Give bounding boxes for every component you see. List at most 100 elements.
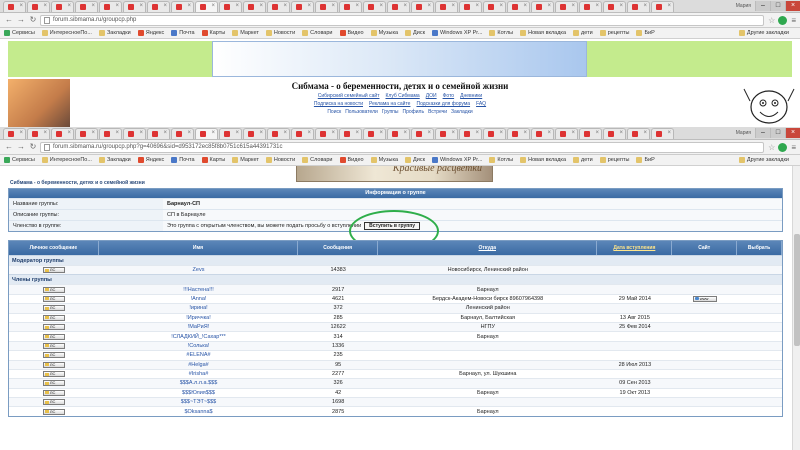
browser-tab[interactable]: × — [219, 1, 242, 12]
browser-tab[interactable]: × — [171, 128, 194, 139]
browser-tab[interactable]: × — [75, 128, 98, 139]
pm-button[interactable]: ЛС — [42, 314, 65, 321]
browser-tab[interactable]: × — [459, 128, 482, 139]
pm-button[interactable]: ЛС — [42, 371, 65, 378]
tab-close-icon[interactable]: × — [115, 3, 119, 9]
tab-close-icon[interactable]: × — [475, 3, 479, 9]
bookmark-item[interactable]: рецепты — [599, 157, 629, 163]
page-scrollbar[interactable] — [792, 166, 800, 450]
bookmark-item[interactable]: Котлы — [489, 30, 513, 36]
bookmark-item[interactable]: Windows XP Pr... — [432, 30, 482, 36]
browser-tab[interactable]: × — [99, 128, 122, 139]
bookmark-item[interactable]: рецепты — [599, 30, 629, 36]
tab-close-icon[interactable]: × — [499, 3, 503, 9]
member-name[interactable]: $$$~ТЭТ~$$$ — [99, 398, 298, 406]
select-cell[interactable] — [737, 314, 782, 322]
member-name[interactable]: !СЛАДКИЙ_!Сахар*** — [99, 332, 298, 340]
select-cell[interactable] — [737, 361, 782, 369]
tab-close-icon[interactable]: × — [43, 3, 47, 9]
browser-tab[interactable]: × — [459, 1, 482, 12]
member-name[interactable]: #Irisha# — [99, 370, 298, 378]
site-link[interactable]: Фото — [443, 93, 455, 99]
tab-close-icon[interactable]: × — [499, 130, 503, 136]
pm-button[interactable]: ЛС — [42, 399, 65, 406]
bookmark-item[interactable]: Почта — [171, 30, 195, 36]
tab-close-icon[interactable]: × — [283, 3, 287, 9]
browser-tab[interactable]: × — [627, 1, 650, 12]
browser-tab[interactable]: × — [627, 128, 650, 139]
tab-close-icon[interactable]: × — [19, 3, 23, 9]
member-name[interactable]: !МаРиЯ! — [99, 323, 298, 331]
select-cell[interactable] — [737, 342, 782, 350]
pm-button[interactable]: ЛС — [42, 408, 65, 415]
browser-tab[interactable]: × — [147, 1, 170, 12]
bookmark-item[interactable]: Диск — [405, 30, 425, 36]
tab-close-icon[interactable]: × — [667, 3, 671, 9]
browser-tab[interactable]: × — [51, 128, 74, 139]
reload-icon[interactable]: ↻ — [28, 142, 38, 152]
select-cell[interactable] — [737, 370, 782, 378]
browser-tab[interactable]: × — [339, 128, 362, 139]
pm-button[interactable]: ЛС — [42, 286, 65, 293]
tab-close-icon[interactable]: × — [523, 130, 527, 136]
tab-close-icon[interactable]: × — [403, 130, 407, 136]
browser-tab[interactable]: × — [387, 1, 410, 12]
other-bookmarks[interactable]: Другие закладки — [738, 30, 789, 36]
member-name[interactable]: Zevs — [99, 266, 298, 274]
bookmark-item[interactable]: дети — [573, 157, 593, 163]
bookmark-item[interactable]: Видео — [339, 157, 364, 163]
bookmark-item[interactable]: БиР — [636, 30, 655, 36]
bookmark-item[interactable]: Маркет — [232, 157, 259, 163]
tab-close-icon[interactable]: × — [19, 130, 23, 136]
bookmark-item[interactable]: Почта — [171, 157, 195, 163]
tab-close-icon[interactable]: × — [235, 130, 239, 136]
forward-arrow-icon[interactable]: → — [16, 142, 26, 152]
browser-tab[interactable]: × — [99, 1, 122, 12]
pm-button[interactable]: ЛС — [42, 324, 65, 331]
tab-close-icon[interactable]: × — [571, 130, 575, 136]
tab-close-icon[interactable]: × — [451, 130, 455, 136]
member-name[interactable]: #Helga# — [99, 361, 298, 369]
tab-close-icon[interactable]: × — [211, 3, 215, 9]
site-link[interactable]: Подписка на новости — [314, 101, 363, 107]
browser-tab[interactable]: × — [147, 128, 170, 139]
site-link[interactable]: Сибирский семейный сайт — [318, 93, 380, 99]
member-name[interactable]: $Oksanna$ — [99, 407, 298, 415]
browser-tab[interactable]: × — [291, 128, 314, 139]
browser-tab[interactable]: × — [531, 1, 554, 12]
member-name[interactable]: $$$Юлия$$$ — [99, 389, 298, 397]
reload-icon[interactable]: ↻ — [28, 15, 38, 25]
menu-icon[interactable]: ≡ — [791, 143, 796, 152]
bookmark-item[interactable]: Котлы — [489, 157, 513, 163]
browser-tab[interactable]: × — [483, 1, 506, 12]
maximize-button-2[interactable]: □ — [770, 128, 785, 138]
minimize-button-2[interactable]: – — [755, 128, 770, 138]
browser-tab[interactable]: × — [483, 128, 506, 139]
tab-close-icon[interactable]: × — [67, 3, 71, 9]
tab-close-icon[interactable]: × — [523, 3, 527, 9]
tab-close-icon[interactable]: × — [259, 130, 263, 136]
pm-button[interactable]: ЛС — [42, 380, 65, 387]
pm-button[interactable]: ЛС — [42, 389, 65, 396]
tab-close-icon[interactable]: × — [451, 3, 455, 9]
member-name[interactable]: !ирина! — [99, 304, 298, 312]
tab-close-icon[interactable]: × — [283, 130, 287, 136]
site-link[interactable]: Группы — [382, 109, 399, 115]
browser-tab[interactable]: × — [171, 1, 194, 12]
select-cell[interactable] — [737, 389, 782, 397]
browser-tab[interactable]: × — [75, 1, 98, 12]
bookmark-item[interactable]: Windows XP Pr... — [432, 157, 482, 163]
browser-tab[interactable]: × — [603, 128, 626, 139]
bookmark-item[interactable]: Маркет — [232, 30, 259, 36]
pm-button[interactable]: ЛС — [42, 361, 65, 368]
browser-tab[interactable]: × — [507, 128, 530, 139]
browser-tab[interactable]: × — [651, 128, 674, 139]
tab-close-icon[interactable]: × — [403, 3, 407, 9]
bookmark-item[interactable]: БиР — [636, 157, 655, 163]
member-name[interactable]: $$$А.л.л.а.$$$ — [99, 379, 298, 387]
tab-close-icon[interactable]: × — [379, 3, 383, 9]
site-link[interactable]: FAQ — [476, 101, 486, 107]
browser-tab[interactable]: × — [195, 128, 218, 139]
other-bookmarks[interactable]: Другие закладки — [738, 157, 789, 163]
browser-tab[interactable]: × — [363, 128, 386, 139]
